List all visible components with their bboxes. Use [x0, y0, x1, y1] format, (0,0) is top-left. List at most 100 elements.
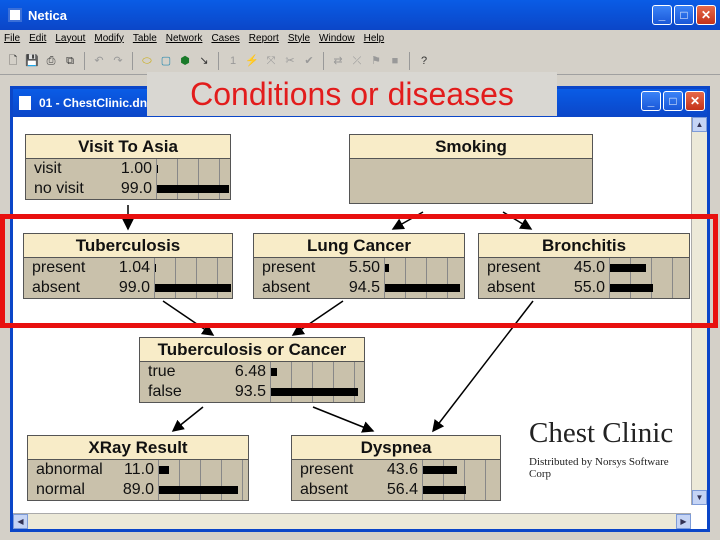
node-xray-result[interactable]: XRay Result abnormal 11.0 normal 89.0 — [27, 435, 249, 501]
toolbar-separator — [409, 51, 410, 70]
state-value: 1.00 — [120, 160, 152, 177]
state-value: 56.4 — [386, 481, 418, 498]
doc-close-button[interactable]: ✕ — [685, 91, 705, 111]
menu-style[interactable]: Style — [288, 33, 310, 44]
state-name: abnormal — [36, 461, 103, 478]
doc-minimize-button[interactable]: _ — [641, 91, 661, 111]
horizontal-scrollbar[interactable]: ◀ ▶ — [13, 513, 691, 529]
menu-bar: File Edit Layout Modify Table Network Ca… — [0, 30, 720, 46]
state-bar — [157, 185, 230, 193]
state-bar — [159, 466, 169, 474]
new-icon[interactable]: 🗋 — [6, 54, 20, 68]
compile-icon[interactable]: ⚡ — [245, 54, 259, 68]
state-bar-cell — [156, 159, 230, 179]
state-name: false — [148, 383, 182, 400]
state-name: visit — [34, 160, 62, 177]
scroll-down-arrow[interactable]: ▼ — [692, 490, 707, 505]
state-name: absent — [300, 481, 349, 498]
state-bar — [423, 466, 457, 474]
menu-file[interactable]: File — [4, 33, 20, 44]
flag-node-icon[interactable]: ⬢ — [178, 54, 192, 68]
state-name: no visit — [34, 180, 84, 197]
node-state-row[interactable]: visit 1.00 — [26, 159, 230, 179]
menu-layout[interactable]: Layout — [55, 33, 85, 44]
chest-clinic-brand: Chest Clinic Distributed by Norsys Softw… — [529, 417, 691, 480]
app-titlebar: Netica _ □ ✕ — [0, 0, 720, 30]
state-value: 89.0 — [122, 481, 154, 498]
callout-label: Conditions or diseases — [147, 72, 557, 116]
scroll-left-arrow[interactable]: ◀ — [13, 514, 28, 529]
node-state-row[interactable]: false 93.5 — [140, 382, 364, 402]
scroll-right-arrow[interactable]: ▶ — [676, 514, 691, 529]
node-state-row[interactable]: absent 56.4 — [292, 480, 500, 500]
state-bar-cell — [158, 460, 248, 480]
copy-icon[interactable]: ⧉ — [63, 54, 77, 68]
toolbar-separator — [218, 51, 219, 70]
node-title: Smoking — [350, 135, 592, 159]
menu-cases[interactable]: Cases — [211, 33, 239, 44]
save-icon[interactable]: 💾 — [25, 54, 39, 68]
app-title: Netica — [28, 7, 68, 23]
state-bar — [271, 368, 278, 376]
node-title: Visit To Asia — [26, 135, 230, 159]
node-state-row[interactable]: no visit 99.0 — [26, 179, 230, 199]
check-icon[interactable]: ✔ — [302, 54, 316, 68]
node-smoking[interactable]: Smoking — [349, 134, 593, 204]
node-state-row[interactable]: abnormal 11.0 — [28, 460, 248, 480]
edge-tborcancer-xray — [171, 406, 204, 432]
absorb-icon[interactable]: ⤧ — [264, 54, 278, 68]
doc-maximize-button[interactable]: □ — [663, 91, 683, 111]
state-value: 99.0 — [120, 180, 152, 197]
link-icon[interactable]: ⤫ — [350, 54, 364, 68]
menu-network[interactable]: Network — [166, 33, 203, 44]
toolbar-separator — [323, 51, 324, 70]
maximize-button[interactable]: □ — [674, 5, 694, 25]
state-bar-cell — [422, 480, 500, 500]
state-bar-cell — [156, 179, 230, 199]
menu-help[interactable]: Help — [364, 33, 385, 44]
menu-modify[interactable]: Modify — [94, 33, 123, 44]
node-state-row[interactable]: present 43.6 — [292, 460, 500, 480]
state-name: true — [148, 363, 176, 380]
document-icon — [19, 96, 31, 110]
help-icon[interactable]: ? — [417, 54, 431, 68]
toolbar: 🗋 💾 ⎙ ⧉ ↶ ↷ ⬭ ▢ ⬢ ↘ 1 ⚡ ⤧ ✂ ✔ ⇄ ⤫ ⚑ ■ ? — [0, 47, 720, 75]
reverse-icon[interactable]: ⇄ — [331, 54, 345, 68]
finding-icon[interactable]: ⚑ — [369, 54, 383, 68]
brand-name: Chest Clinic — [529, 417, 674, 449]
edge-tborcancer-dyspnea — [312, 406, 375, 433]
node-visit-to-asia[interactable]: Visit To Asia visit 1.00 no visit 99.0 — [25, 134, 231, 200]
close-button[interactable]: ✕ — [696, 5, 716, 25]
toolbar-separator — [132, 51, 133, 70]
node-tuberculosis-or-cancer[interactable]: Tuberculosis or Cancer true 6.48 false 93.… — [139, 337, 365, 403]
state-bar-cell — [158, 480, 248, 500]
state-name: present — [300, 461, 354, 478]
undo-icon[interactable]: ↶ — [92, 54, 106, 68]
stop-icon[interactable]: ■ — [388, 54, 402, 68]
menu-table[interactable]: Table — [133, 33, 157, 44]
node-title: Tuberculosis or Cancer — [140, 338, 364, 362]
arrow-tool-icon[interactable]: ↘ — [197, 54, 211, 68]
number-icon[interactable]: 1 — [226, 54, 240, 68]
print-icon[interactable]: ⎙ — [44, 54, 58, 68]
state-name: normal — [36, 481, 85, 498]
state-value: 11.0 — [124, 461, 154, 478]
state-bar — [271, 388, 358, 396]
node-dyspnea[interactable]: Dyspnea present 43.6 absent 56.4 — [291, 435, 501, 501]
menu-edit[interactable]: Edit — [29, 33, 46, 44]
select-icon[interactable]: ✂ — [283, 54, 297, 68]
menu-window[interactable]: Window — [319, 33, 355, 44]
netica-app-icon — [8, 8, 22, 22]
menu-report[interactable]: Report — [249, 33, 279, 44]
scroll-up-arrow[interactable]: ▲ — [692, 117, 707, 132]
state-value: 93.5 — [234, 383, 266, 400]
state-bar — [159, 486, 239, 494]
node-state-row[interactable]: normal 89.0 — [28, 480, 248, 500]
minimize-button[interactable]: _ — [652, 5, 672, 25]
highlight-box — [0, 214, 718, 328]
node-state-row[interactable]: true 6.48 — [140, 362, 364, 382]
state-bar — [157, 165, 158, 173]
rect-node-icon[interactable]: ▢ — [159, 54, 173, 68]
redo-icon[interactable]: ↷ — [111, 54, 125, 68]
oval-node-icon[interactable]: ⬭ — [140, 54, 154, 68]
